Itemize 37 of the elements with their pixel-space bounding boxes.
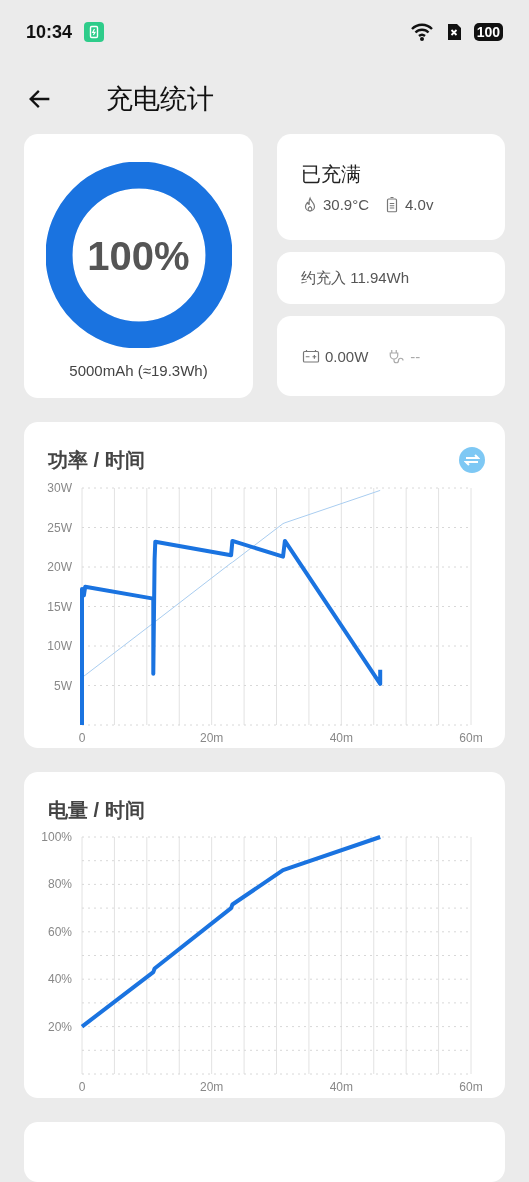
charging-icon — [84, 22, 105, 43]
axis-label: 0 — [78, 1080, 86, 1094]
wifi-icon — [409, 22, 434, 43]
axis-label: 40% — [47, 972, 72, 987]
battery-icon — [301, 347, 321, 365]
battery-indicator: 100 — [473, 23, 503, 42]
axis-label: 80% — [47, 877, 72, 892]
axis-label: 0 — [78, 731, 86, 745]
axis-label: 40m — [329, 1080, 353, 1094]
axis-label: 10W — [47, 639, 72, 653]
chart-title: 功率 / 时间 — [48, 447, 145, 473]
axis-label: 100% — [41, 830, 72, 844]
capacity-text: 5000mAh (≈19.3Wh) — [69, 362, 208, 379]
chart-title: 电量 / 时间 — [48, 797, 145, 823]
axis-label: 60% — [47, 924, 72, 939]
voltage: 4.0v — [405, 196, 434, 213]
axis-label: 20W — [47, 560, 72, 574]
battery-percent: 100% — [86, 234, 191, 279]
axis-label: 30W — [47, 481, 72, 495]
charge-state: 已充满 — [301, 161, 362, 187]
axis-label: 20% — [47, 1019, 72, 1034]
axis-label: 15W — [47, 599, 72, 614]
swap-icon — [464, 452, 480, 468]
axis-label: 40m — [329, 731, 353, 745]
axis-label: 60m — [459, 731, 483, 745]
clock: 10:34 — [26, 21, 73, 43]
page-title: 充电统计 — [106, 83, 214, 117]
axis-label: 20m — [200, 731, 224, 745]
battery-power: 0.00W — [325, 347, 369, 365]
sim-icon — [445, 22, 462, 43]
axis-label: 20m — [200, 1080, 224, 1094]
temperature: 30.9°C — [323, 196, 370, 213]
axis-label: 25W — [47, 520, 72, 535]
energy-text: 约充入 11.94Wh — [301, 268, 410, 288]
axis-label: 60m — [459, 1080, 483, 1094]
charger-power: -- — [410, 347, 421, 365]
axis-label: 5W — [54, 678, 72, 693]
